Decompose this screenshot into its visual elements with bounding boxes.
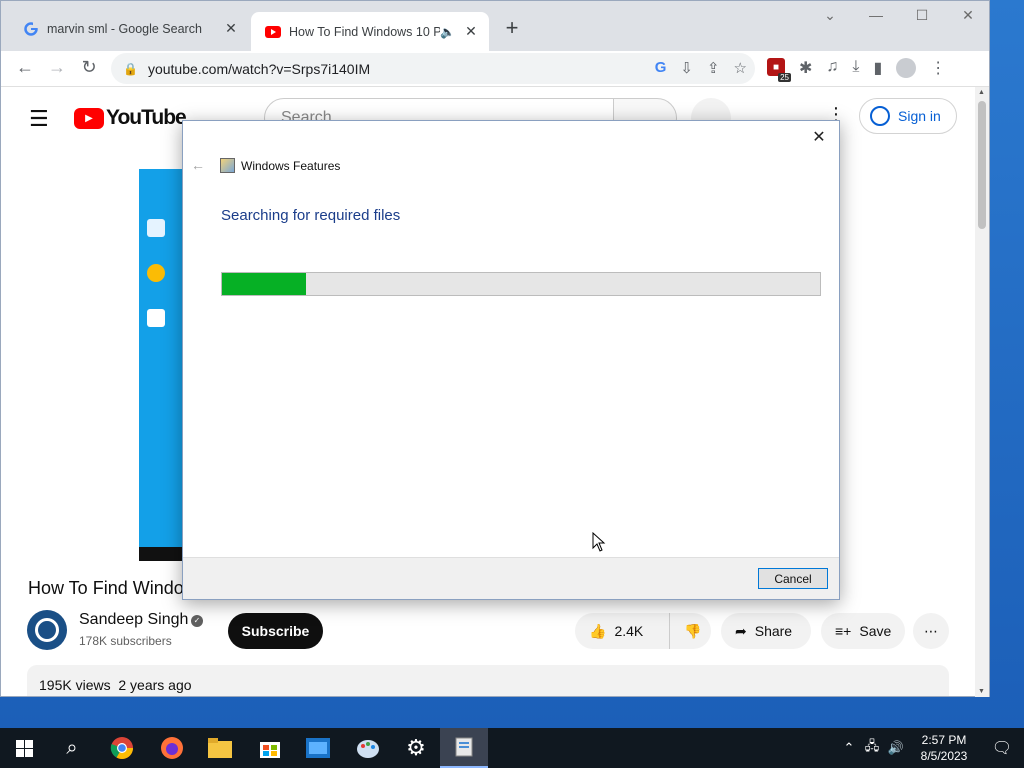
network-icon[interactable]: 🖧 (860, 737, 884, 759)
youtube-play-icon: ▶ (74, 107, 104, 129)
share-icon[interactable]: ⇪ (707, 59, 720, 77)
video-title: How To Find Windows 10 Product Key (28, 578, 184, 598)
dialog-heading: Searching for required files (221, 207, 401, 224)
minimize-icon[interactable]: — (861, 7, 891, 23)
store-icon[interactable] (246, 728, 294, 768)
tab-close-icon[interactable]: ✕ (463, 23, 479, 40)
shortcut-icon (147, 309, 165, 327)
download-icon[interactable]: ⤓ (852, 58, 859, 78)
tab-youtube-video[interactable]: How To Find Windows 10 Pr 🔈 ✕ (251, 12, 489, 51)
taskbar: ⌕ ⚙ ⌃ 🖧 🔊 2:57 PM 8/5/2023 🗨 (0, 728, 1024, 768)
view-count: 195K views (39, 677, 111, 693)
dislike-button[interactable]: 👎 (669, 613, 711, 649)
channel-name[interactable]: Sandeep Singh (79, 611, 188, 629)
like-button[interactable]: 👍 2.4K (575, 613, 669, 649)
side-panel-icon[interactable]: ▮ (873, 58, 882, 78)
dialog-app-name: Windows Features (241, 159, 341, 173)
page-scrollbar[interactable]: ▲ ▼ (975, 87, 989, 697)
progress-fill (222, 273, 306, 295)
account-icon (870, 106, 890, 126)
channel-avatar[interactable] (27, 610, 67, 650)
clock-date: 8/5/2023 (920, 749, 968, 763)
cancel-button[interactable]: Cancel (758, 568, 828, 589)
reload-icon[interactable]: ↻ (77, 57, 101, 78)
start-icon (15, 739, 33, 757)
speaker-icon[interactable]: 🔈 (440, 25, 455, 39)
paint-icon[interactable] (344, 728, 392, 768)
playlist-add-icon: ≡+ (835, 623, 852, 639)
scroll-down-icon[interactable]: ▼ (978, 688, 985, 695)
clock-time: 2:57 PM (921, 733, 967, 747)
tab-title: marvin sml - Google Search (47, 21, 202, 36)
tab-search-icon[interactable]: ⌄ (815, 7, 845, 24)
tab-title: How To Find Windows 10 Pr (289, 24, 441, 39)
chrome-desktop-icon (147, 264, 165, 282)
install-app-icon[interactable]: ⇩ (680, 59, 693, 77)
windows-features-icon (220, 158, 235, 173)
google-g-icon (23, 21, 39, 37)
show-hidden-icons-icon[interactable]: ⌃ (838, 740, 860, 756)
video-taskbar (139, 547, 185, 561)
more-actions-icon[interactable]: ⋯ (913, 613, 949, 649)
tab-strip: marvin sml - Google Search ✕ How To Find… (1, 1, 989, 51)
google-lens-icon[interactable]: G (655, 59, 667, 77)
lock-icon[interactable]: 🔒 (123, 62, 138, 76)
video-player[interactable] (139, 169, 185, 561)
scrollbar-thumb[interactable] (978, 101, 986, 229)
subscribe-button[interactable]: Subscribe (228, 613, 323, 649)
start-button[interactable] (0, 728, 48, 768)
bookmark-star-icon[interactable]: ☆ (734, 59, 747, 77)
windows-features-taskbar-button[interactable] (440, 728, 488, 768)
tab-close-icon[interactable]: ✕ (223, 20, 239, 37)
youtube-icon (265, 24, 281, 40)
search-icon[interactable]: ⌕ (48, 728, 96, 768)
chrome-icon[interactable] (98, 728, 146, 768)
share-button[interactable]: ➦ Share (721, 613, 811, 649)
file-explorer-icon[interactable] (196, 728, 244, 768)
sign-in-button[interactable]: Sign in (859, 98, 957, 134)
share-arrow-icon: ➦ (735, 622, 747, 639)
media-controls-icon[interactable]: ♫ (826, 58, 838, 78)
volume-icon[interactable]: 🔊 (884, 740, 908, 756)
hamburger-menu-icon[interactable]: ☰ (29, 106, 49, 132)
thumbs-down-icon: 👎 (684, 622, 702, 639)
tab-google-search[interactable]: marvin sml - Google Search ✕ (9, 11, 249, 46)
youtube-logo[interactable]: ▶ YouTube (74, 106, 187, 130)
progress-bar (221, 272, 821, 296)
windows-features-dialog: ✕ ← Windows Features Searching for requi… (182, 120, 840, 600)
url-text: youtube.com/watch?v=Srps7i140IM (147, 60, 371, 77)
save-button[interactable]: ≡+ Save (821, 613, 905, 649)
upload-age: 2 years ago (118, 677, 192, 693)
subscriber-count: 178K subscribers (79, 634, 172, 648)
back-icon[interactable]: ← (13, 57, 37, 78)
verified-icon: ✓ (191, 615, 203, 627)
dialog-close-icon[interactable]: ✕ (809, 127, 829, 147)
puzzle-extensions-icon[interactable]: ✱ (799, 58, 812, 78)
action-center-icon[interactable]: 🗨 (980, 738, 1024, 758)
maximize-icon[interactable]: ☐ (907, 7, 937, 24)
browser-menu-icon[interactable]: ⋮ (930, 58, 946, 78)
scroll-up-icon[interactable]: ▲ (978, 89, 985, 96)
profile-avatar[interactable] (896, 58, 917, 78)
dialog-back-icon[interactable]: ← (191, 157, 205, 173)
system-tray: ⌃ 🖧 🔊 2:57 PM 8/5/2023 🗨 (838, 728, 1024, 768)
dialog-footer: Cancel (183, 557, 839, 599)
firefox-icon[interactable] (148, 728, 196, 768)
movie-maker-icon[interactable] (294, 728, 342, 768)
description-box[interactable]: 195K views 2 years ago (27, 665, 949, 696)
window-close-icon[interactable]: ✕ (953, 7, 983, 24)
browser-toolbar: ← → ↻ 🔒 youtube.com/watch?v=Srps7i140IM … (1, 51, 989, 87)
extension-icon[interactable]: ■ 25 (767, 58, 791, 82)
clock[interactable]: 2:57 PM 8/5/2023 (908, 732, 980, 764)
settings-icon[interactable]: ⚙ (392, 728, 440, 768)
new-tab-button[interactable]: + (501, 15, 523, 41)
forward-icon[interactable]: → (45, 57, 69, 78)
thumbs-up-icon: 👍 (589, 622, 607, 639)
address-bar[interactable]: 🔒 youtube.com/watch?v=Srps7i140IM G ⇩ ⇪ … (111, 53, 755, 84)
recycle-bin-icon (147, 219, 165, 237)
